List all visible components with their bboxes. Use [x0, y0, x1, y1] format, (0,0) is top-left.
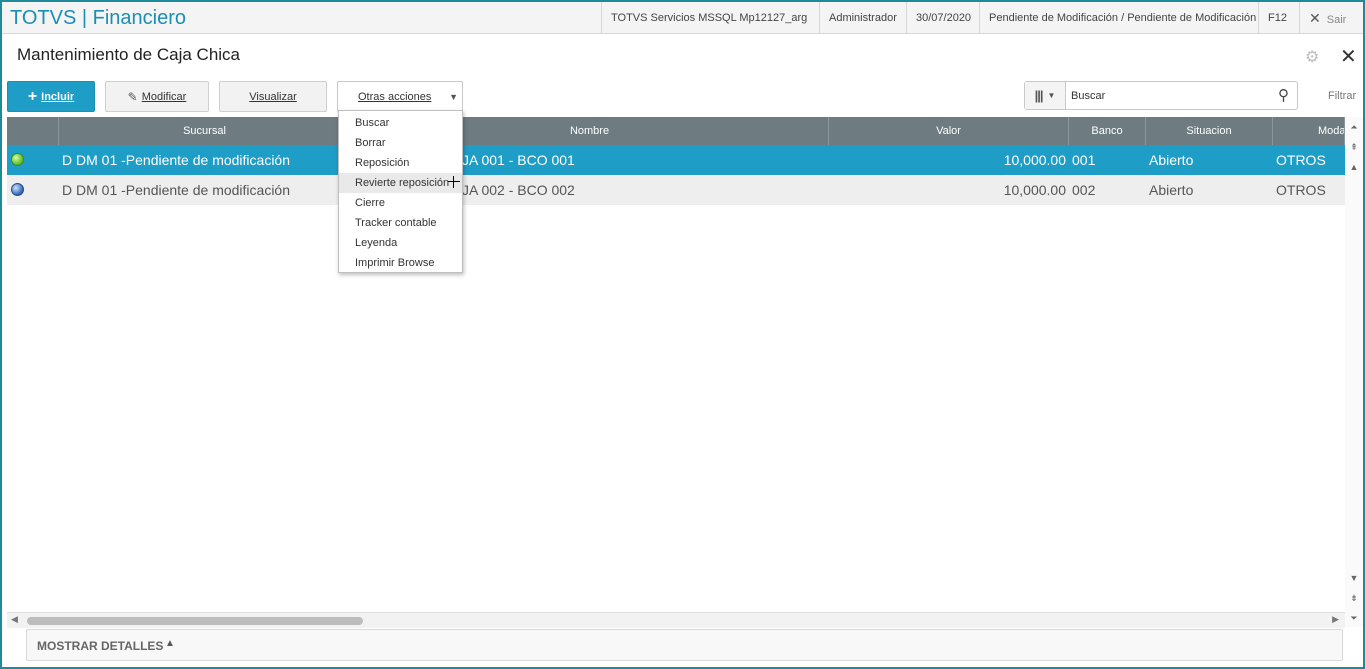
- menu-item-buscar[interactable]: Buscar: [339, 113, 462, 133]
- search-icon[interactable]: ⚲: [1278, 86, 1289, 104]
- menu-item-reposicion[interactable]: Reposición: [339, 153, 462, 173]
- scroll-top-icon[interactable]: ⏶: [1345, 120, 1363, 134]
- branch-label[interactable]: Pendiente de Modificación / Pendiente de…: [979, 2, 1265, 34]
- table-row[interactable]: D DM 01 -Pendiente de modificación JA 00…: [7, 145, 1345, 175]
- columns-icon: |||: [1034, 88, 1044, 103]
- modificar-label: Modificar: [141, 90, 187, 103]
- app-title: TOTVS | Financiero: [10, 7, 186, 29]
- cell-situacion: Abierto: [1149, 182, 1194, 198]
- scrollbar-thumb[interactable]: [27, 617, 363, 625]
- incluir-label: Incluir: [41, 90, 75, 103]
- grid-header: Sucursal Nombre Valor Banco Situacion Mo…: [7, 117, 1345, 145]
- cell-moda: OTROS: [1276, 152, 1326, 168]
- table-row[interactable]: D DM 01 -Pendiente de modificación JA 00…: [7, 175, 1345, 205]
- column-header-banco[interactable]: Banco: [1069, 117, 1146, 145]
- otras-acciones-button[interactable]: Otras acciones ▼: [337, 81, 463, 112]
- status-green-icon: [11, 153, 24, 166]
- scroll-page-down-icon[interactable]: ⇟: [1345, 591, 1363, 605]
- page-title: Mantenimiento de Caja Chica: [17, 45, 241, 64]
- caret-down-icon: ▼: [1047, 91, 1056, 100]
- shortcut-label[interactable]: F12: [1258, 2, 1296, 34]
- exit-label: Sair: [1326, 14, 1347, 26]
- status-blue-icon: [11, 183, 24, 196]
- scroll-left-icon[interactable]: ◀: [11, 614, 18, 625]
- vertical-scrollbar[interactable]: ⏶ ⇞ ▲ ▼ ⇟ ⏷: [1345, 117, 1363, 627]
- menu-item-cierre[interactable]: Cierre: [339, 193, 462, 213]
- search-input[interactable]: Buscar: [1071, 90, 1105, 102]
- details-label: MOSTRAR DETALLES: [37, 639, 164, 653]
- cell-situacion: Abierto: [1149, 152, 1194, 168]
- top-bar: TOTVS | Financiero TOTVS Servicios MSSQL…: [2, 2, 1363, 34]
- column-selector-button[interactable]: ||| ▼: [1025, 82, 1066, 109]
- otras-acciones-menu: Buscar Borrar Reposición Revierte reposi…: [338, 110, 463, 273]
- details-toggle[interactable]: MOSTRAR DETALLES ▲: [26, 629, 1343, 661]
- scroll-page-up-icon[interactable]: ⇞: [1345, 140, 1363, 154]
- visualizar-button[interactable]: Visualizar: [219, 81, 327, 112]
- incluir-button[interactable]: + Incluir: [7, 81, 95, 112]
- visualizar-label: Visualizar: [249, 90, 297, 103]
- menu-item-imprimir-browse[interactable]: Imprimir Browse: [339, 253, 462, 273]
- environment-label[interactable]: TOTVS Servicios MSSQL Mp12127_arg: [601, 2, 816, 34]
- pencil-icon: ✎: [127, 89, 138, 104]
- close-icon: ✕: [1309, 10, 1321, 26]
- filter-link[interactable]: Filtrar: [1328, 90, 1356, 102]
- user-label[interactable]: Administrador: [819, 2, 906, 34]
- caret-down-icon: ▼: [449, 92, 458, 102]
- column-header-sucursal[interactable]: Sucursal: [59, 117, 351, 145]
- close-page-button[interactable]: ✕: [1340, 44, 1357, 69]
- cell-nombre: JA 001 - BCO 001: [462, 152, 575, 168]
- caret-up-icon: ▲: [165, 638, 175, 649]
- plus-icon: +: [27, 87, 38, 105]
- scroll-up-icon[interactable]: ▲: [1345, 160, 1363, 174]
- cell-nombre: JA 002 - BCO 002: [462, 182, 575, 198]
- menu-item-leyenda[interactable]: Leyenda: [339, 233, 462, 253]
- exit-button[interactable]: ✕ Sair: [1299, 2, 1355, 34]
- cell-moda: OTROS: [1276, 182, 1326, 198]
- modificar-button[interactable]: ✎ Modificar: [105, 81, 209, 112]
- cell-valor: 10,000.00: [1003, 182, 1066, 198]
- cell-banco: 001: [1072, 152, 1096, 168]
- horizontal-scrollbar[interactable]: ◀ ▶: [7, 612, 1345, 628]
- cell-sucursal: D DM 01 -Pendiente de modificación: [62, 182, 291, 198]
- cell-banco: 002: [1072, 182, 1096, 198]
- cell-valor: 10,000.00: [1003, 152, 1066, 168]
- menu-item-borrar[interactable]: Borrar: [339, 133, 462, 153]
- otras-acciones-label: Otras acciones: [358, 90, 432, 103]
- column-header-situacion[interactable]: Situacion: [1146, 117, 1273, 145]
- scroll-right-icon[interactable]: ▶: [1332, 614, 1339, 625]
- date-label[interactable]: 30/07/2020: [906, 2, 980, 34]
- search-box: ||| ▼ Buscar ⚲: [1024, 81, 1298, 110]
- scroll-down-icon[interactable]: ▼: [1345, 571, 1363, 585]
- scroll-bottom-icon[interactable]: ⏷: [1345, 611, 1363, 625]
- cell-sucursal: D DM 01 -Pendiente de modificación: [62, 152, 291, 168]
- crosshair-cursor-icon: [448, 176, 460, 188]
- gear-icon[interactable]: ⚙: [1305, 47, 1319, 67]
- menu-item-revierte-reposicion[interactable]: Revierte reposición: [339, 173, 462, 193]
- column-header-valor[interactable]: Valor: [829, 117, 1069, 145]
- menu-item-tracker-contable[interactable]: Tracker contable: [339, 213, 462, 233]
- column-header-status[interactable]: [7, 117, 59, 145]
- column-header-moda[interactable]: Moda: [1273, 117, 1345, 145]
